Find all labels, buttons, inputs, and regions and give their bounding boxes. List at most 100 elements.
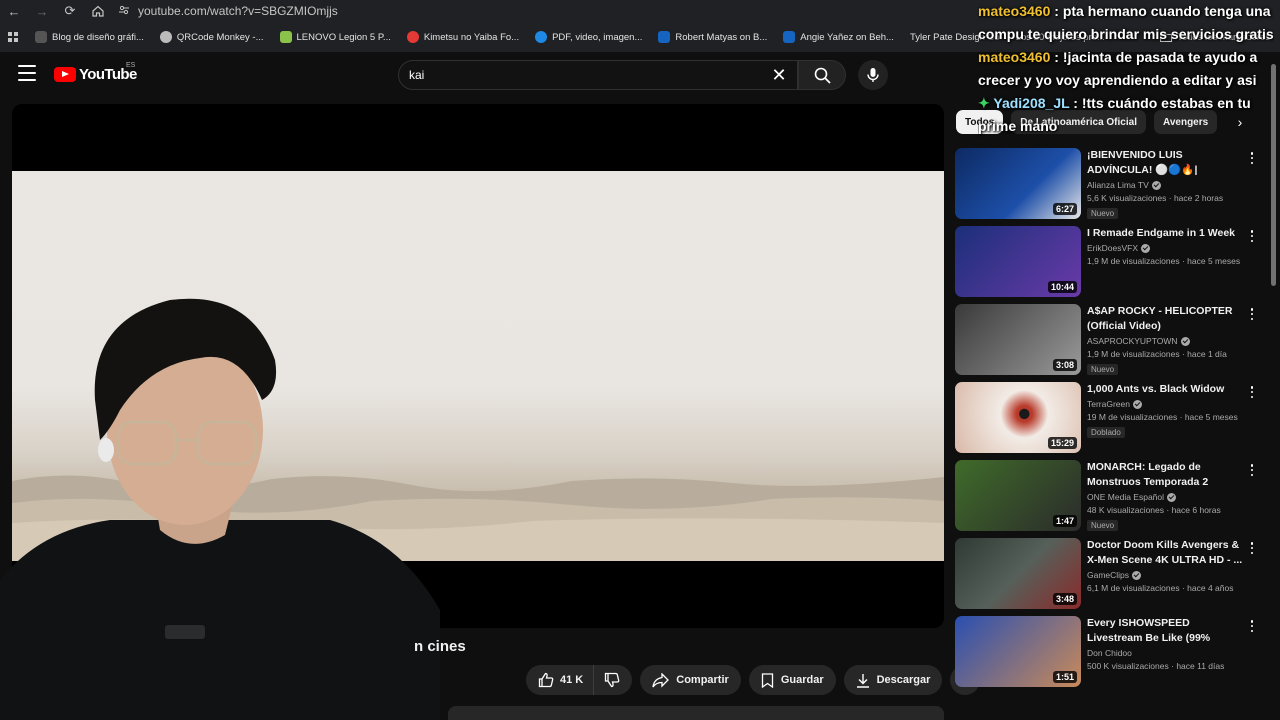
search-icon	[814, 67, 831, 84]
recommendation-item[interactable]: 3:08 A$AP ROCKY - HELICOPTER (Official V…	[955, 304, 1267, 382]
streamer-image	[0, 298, 440, 720]
download-icon	[856, 673, 869, 688]
video-thumbnail[interactable]: 1:47	[955, 460, 1081, 531]
video-meta: 19 M de visualizaciones · hace 5 meses	[1087, 412, 1238, 422]
more-options-icon[interactable]	[1245, 462, 1259, 478]
search-button[interactable]	[798, 60, 846, 90]
recommendation-item[interactable]: 3:48 Doctor Doom Kills Avengers & X-Men …	[955, 538, 1267, 616]
chat-username: mateo3460	[978, 3, 1051, 19]
thumbs-up-icon	[538, 672, 554, 688]
video-thumbnail[interactable]: 1:51	[955, 616, 1081, 687]
channel-name[interactable]: ErikDoesVFX	[1087, 243, 1245, 253]
thumbs-down-icon	[605, 672, 620, 688]
video-thumbnail[interactable]: 6:27	[955, 148, 1081, 219]
address-bar[interactable]: youtube.com/watch?v=SBGZMIOmjjs	[118, 1, 338, 21]
recommendation-title[interactable]: Doctor Doom Kills Avengers & X-Men Scene…	[1087, 538, 1245, 568]
channel-name[interactable]: TerraGreen	[1087, 399, 1245, 409]
bookmark-item[interactable]: LENOVO Legion 5 P...	[272, 22, 399, 52]
microphone-icon	[867, 68, 879, 82]
recommendation-title[interactable]: MONARCH: Legado de Monstruos Temporada 2…	[1087, 460, 1245, 490]
bookmark-item[interactable]: Kimetsu no Yaiba Fo...	[399, 22, 527, 52]
verified-badge-icon	[1133, 399, 1142, 409]
channel-name[interactable]: Alianza Lima TV	[1087, 180, 1245, 190]
chat-username: Yadi208_JL	[993, 95, 1070, 111]
bookmark-icon	[761, 672, 773, 688]
reload-icon[interactable]: ⟳	[56, 0, 84, 22]
back-icon[interactable]: ←	[0, 0, 28, 22]
save-button[interactable]: Guardar	[748, 665, 836, 695]
youtube-logo[interactable]: YouTube	[54, 66, 137, 83]
like-button[interactable]: 41 K	[526, 665, 595, 695]
video-duration: 10:44	[1047, 281, 1077, 293]
recommendation-title[interactable]: A$AP ROCKY - HELICOPTER (Official Video)	[1087, 304, 1245, 334]
voice-search-button[interactable]	[858, 60, 888, 90]
more-options-icon[interactable]	[1245, 150, 1259, 166]
download-button[interactable]: Descargar	[843, 665, 943, 695]
apps-icon[interactable]	[0, 22, 27, 52]
video-meta: 6,1 M de visualizaciones · hace 4 años	[1087, 583, 1234, 593]
like-count: 41 K	[560, 674, 584, 686]
chat-message: mateo3460 : pta hermano cuando tenga una	[978, 0, 1274, 23]
video-meta: 1,9 M de visualizaciones · hace 5 meses	[1087, 256, 1241, 266]
country-code: ES	[126, 62, 136, 69]
recommendation-item[interactable]: 1:47 MONARCH: Legado de Monstruos Tempor…	[955, 460, 1267, 538]
chat-message: prime mano	[978, 115, 1274, 138]
search-box: ✕	[398, 60, 798, 90]
recommendation-title[interactable]: I Remade Endgame in 1 Week	[1087, 226, 1245, 241]
bookmark-favicon	[535, 31, 548, 43]
chat-text: : !tts cuándo estabas en tu	[1073, 95, 1251, 111]
video-meta: 5,6 K visualizaciones · hace 2 horas	[1087, 193, 1224, 203]
description-box[interactable]	[448, 706, 944, 720]
stream-chat-overlay: mateo3460 : pta hermano cuando tenga una…	[978, 0, 1274, 134]
video-thumbnail[interactable]: 15:29	[955, 382, 1081, 453]
bookmark-item[interactable]: Robert Matyas on B...	[650, 22, 775, 52]
verified-badge-icon	[1132, 570, 1142, 580]
bookmark-item[interactable]: PDF, video, imagen...	[527, 22, 650, 52]
video-duration: 1:51	[1052, 671, 1077, 683]
video-thumbnail[interactable]: 3:48	[955, 538, 1081, 609]
share-button[interactable]: Compartir	[640, 665, 741, 695]
video-meta: 48 K visualizaciones · hace 6 horas	[1087, 505, 1221, 515]
url-text[interactable]: youtube.com/watch?v=SBGZMIOmjjs	[138, 4, 338, 18]
hamburger-menu-icon[interactable]	[18, 65, 36, 81]
more-options-icon[interactable]	[1245, 228, 1259, 244]
recommendation-item[interactable]: 6:27 ¡BIENVENIDO LUIS ADVÍNCULA! ⚪🔵🔥| AL…	[955, 148, 1267, 226]
recommendation-title[interactable]: 1,000 Ants vs. Black Widow	[1087, 382, 1245, 397]
channel-name[interactable]: ASAPROCKYUPTOWN	[1087, 336, 1245, 346]
more-options-icon[interactable]	[1245, 540, 1259, 556]
share-icon	[652, 672, 670, 688]
video-meta: 500 K visualizaciones · hace 11 días	[1087, 661, 1225, 671]
bookmark-favicon	[406, 31, 419, 43]
more-options-icon[interactable]	[1245, 306, 1259, 322]
video-duration: 3:48	[1052, 593, 1077, 605]
verified-badge-icon	[1141, 243, 1151, 253]
home-icon[interactable]	[84, 0, 112, 22]
bookmark-item[interactable]: Blog de diseño gráfi...	[27, 22, 152, 52]
channel-name[interactable]: GameClips	[1087, 570, 1245, 580]
recommendation-title[interactable]: Every ISHOWSPEED Livestream Be Like (99%…	[1087, 616, 1245, 646]
more-options-icon[interactable]	[1245, 384, 1259, 400]
more-options-icon[interactable]	[1245, 618, 1259, 634]
channel-name[interactable]: ONE Media Español	[1087, 492, 1245, 502]
verified-badge-icon	[1180, 336, 1190, 346]
site-info-icon[interactable]	[118, 4, 130, 19]
recommendation-title[interactable]: ¡BIENVENIDO LUIS ADVÍNCULA! ⚪🔵🔥| ALIANZA…	[1087, 148, 1245, 178]
recommendation-item[interactable]: 1:51 Every ISHOWSPEED Livestream Be Like…	[955, 616, 1267, 694]
video-thumbnail[interactable]: 3:08	[955, 304, 1081, 375]
recommendation-item[interactable]: 10:44 I Remade Endgame in 1 Week ErikDoe…	[955, 226, 1267, 304]
search-input[interactable]	[409, 68, 767, 82]
bookmark-item[interactable]: QRCode Monkey -...	[152, 22, 272, 52]
video-duration: 6:27	[1052, 203, 1077, 215]
clear-search-icon[interactable]: ✕	[767, 63, 791, 87]
bookmark-item[interactable]: Angie Yañez on Beh...	[775, 22, 902, 52]
recommendation-item[interactable]: 15:29 1,000 Ants vs. Black Widow TerraGr…	[955, 382, 1267, 460]
forward-icon[interactable]: →	[28, 0, 56, 22]
chat-badge-icon: ✦	[978, 95, 990, 111]
dislike-button[interactable]	[594, 665, 632, 695]
new-badge: Nuevo	[1087, 520, 1119, 531]
bookmark-favicon	[35, 31, 47, 43]
video-duration: 1:47	[1052, 515, 1077, 527]
verified-badge-icon	[1167, 492, 1177, 502]
video-thumbnail[interactable]: 10:44	[955, 226, 1081, 297]
channel-name[interactable]: Don Chidoo	[1087, 648, 1245, 658]
